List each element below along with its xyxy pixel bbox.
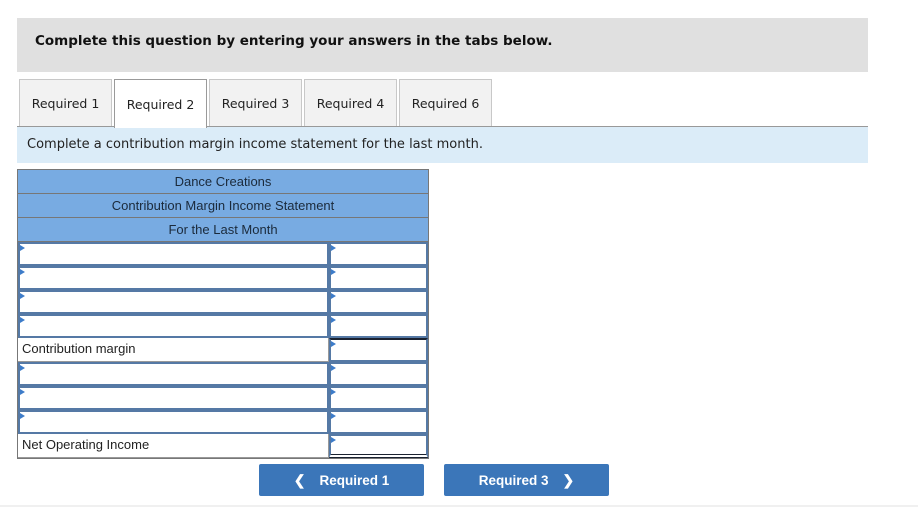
dropdown-marker-icon xyxy=(20,245,25,251)
input-marker-icon xyxy=(331,317,337,323)
input-marker-icon xyxy=(331,269,337,275)
tab-required-6[interactable]: Required 6 xyxy=(399,79,492,126)
line-item-dropdown[interactable] xyxy=(18,314,330,338)
input-marker-icon xyxy=(331,389,337,395)
subprompt-banner: Complete a contribution margin income st… xyxy=(17,127,868,163)
line-item-dropdown[interactable] xyxy=(18,290,330,314)
line-item-dropdown[interactable] xyxy=(18,410,330,434)
input-marker-icon xyxy=(331,413,337,419)
instruction-text: Complete this question by entering your … xyxy=(35,33,553,49)
line-item-dropdown[interactable] xyxy=(18,362,330,386)
line-item-dropdown[interactable] xyxy=(18,242,330,266)
next-required-button[interactable]: Required 3 ❯ xyxy=(444,464,609,496)
amount-input[interactable] xyxy=(329,290,428,314)
subprompt-text: Complete a contribution margin income st… xyxy=(27,137,483,152)
dropdown-marker-icon xyxy=(20,293,25,299)
amount-input[interactable] xyxy=(329,266,428,290)
dropdown-marker-icon xyxy=(20,413,25,419)
line-item-dropdown[interactable] xyxy=(18,266,330,290)
tab-bar: Required 1 Required 2 Required 3 Require… xyxy=(19,79,494,128)
income-statement-table: Dance Creations Contribution Margin Inco… xyxy=(17,169,429,459)
dropdown-marker-icon xyxy=(20,317,25,323)
input-marker-icon xyxy=(331,341,337,347)
next-button-label: Required 3 xyxy=(478,472,549,488)
instruction-banner: Complete this question by entering your … xyxy=(17,18,868,72)
contribution-margin-amount-input[interactable] xyxy=(329,338,428,362)
previous-required-button[interactable]: ❮ Required 1 xyxy=(259,464,424,496)
amount-input[interactable] xyxy=(329,314,428,338)
line-item-dropdown[interactable] xyxy=(18,386,330,410)
previous-button-label: Required 1 xyxy=(319,472,390,488)
tab-required-3[interactable]: Required 3 xyxy=(209,79,302,126)
table-row xyxy=(18,266,428,290)
table-row xyxy=(18,290,428,314)
chevron-right-icon: ❯ xyxy=(562,471,575,488)
input-marker-icon xyxy=(331,245,337,251)
dropdown-marker-icon xyxy=(20,365,25,371)
contribution-margin-label: Contribution margin xyxy=(18,338,330,362)
amount-input[interactable] xyxy=(329,386,428,410)
dropdown-marker-icon xyxy=(20,389,25,395)
table-row xyxy=(18,410,428,434)
net-operating-income-amount-input[interactable] xyxy=(329,434,428,458)
table-row xyxy=(18,362,428,386)
amount-input[interactable] xyxy=(329,362,428,386)
tab-required-2[interactable]: Required 2 xyxy=(114,79,207,128)
chevron-left-icon: ❮ xyxy=(293,471,306,488)
statement-period: For the Last Month xyxy=(18,218,428,242)
statement-company-name: Dance Creations xyxy=(18,170,428,194)
input-marker-icon xyxy=(331,293,337,299)
net-operating-income-label: Net Operating Income xyxy=(18,434,330,458)
amount-input[interactable] xyxy=(329,410,428,434)
input-marker-icon xyxy=(331,437,337,443)
tab-required-1[interactable]: Required 1 xyxy=(19,79,112,126)
amount-input[interactable] xyxy=(329,242,428,266)
table-row xyxy=(18,242,428,266)
input-marker-icon xyxy=(331,365,337,371)
table-row xyxy=(18,386,428,410)
contribution-margin-row: Contribution margin xyxy=(18,338,428,362)
tab-required-4[interactable]: Required 4 xyxy=(304,79,397,126)
dropdown-marker-icon xyxy=(20,269,25,275)
table-row xyxy=(18,314,428,338)
net-operating-income-row: Net Operating Income xyxy=(18,434,428,458)
statement-title: Contribution Margin Income Statement xyxy=(18,194,428,218)
